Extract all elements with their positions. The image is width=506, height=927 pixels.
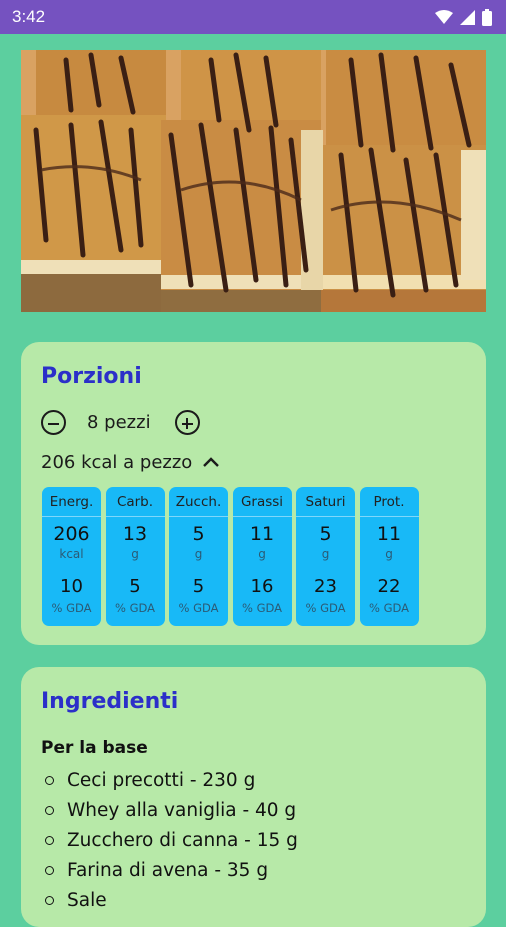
- bullet-icon: [45, 835, 54, 845]
- ingredients-card: Ingredienti Per la base Ceci precotti - …: [21, 667, 486, 927]
- nutrient-gda-label: % GDA: [241, 601, 282, 615]
- bullet-icon: [45, 895, 54, 905]
- nutrient-value: 11: [376, 523, 402, 545]
- status-icons: [435, 8, 492, 26]
- status-time: 3:42: [12, 7, 46, 26]
- list-item: Farina di avena - 35 g: [45, 855, 298, 885]
- nutrient-gda-label: % GDA: [114, 601, 155, 615]
- nutrient-gda-label: % GDA: [368, 601, 409, 615]
- nutrient-name: Zucch.: [169, 487, 228, 517]
- ingredient-text: Farina di avena - 35 g: [67, 859, 269, 881]
- portions-card: Porzioni 8 pezzi 206 kcal a pezzo Energ.…: [21, 342, 486, 645]
- nutrient-name: Saturi: [296, 487, 355, 517]
- nutrient-percent: 16: [250, 576, 274, 597]
- portions-count: 8 pezzi: [87, 412, 151, 433]
- nutrient-percent: 5: [192, 576, 205, 597]
- nutrient-percent: 10: [60, 576, 83, 597]
- chevron-up-icon: [202, 452, 220, 473]
- nutrient-gda-label: % GDA: [178, 601, 219, 615]
- portions-title: Porzioni: [41, 364, 142, 389]
- recipe-photo: [21, 50, 486, 312]
- nutrient-value: 11: [249, 523, 275, 545]
- bullet-icon: [45, 775, 54, 785]
- nutrition-table: Energ. 206 kcal 10 % GDA Carb. 13 g 5 % …: [42, 487, 419, 626]
- increase-portions-button[interactable]: [174, 410, 200, 435]
- nutrient-value: 5: [192, 523, 205, 545]
- nutrient-unit: g: [194, 547, 203, 561]
- nutrient-gda-label: % GDA: [305, 601, 346, 615]
- nutrient-percent: 22: [377, 576, 401, 597]
- nutrient-gda-label: % GDA: [51, 601, 92, 615]
- nutrient-carbs: Carb. 13 g 5 % GDA: [105, 487, 165, 626]
- portions-stepper: 8 pezzi: [41, 410, 200, 435]
- list-item: Zucchero di canna - 15 g: [45, 825, 298, 855]
- kcal-per-piece: 206 kcal a pezzo: [41, 452, 193, 473]
- minus-icon: [48, 422, 59, 425]
- nutrient-sugars: Zucch. 5 g 5 % GDA: [169, 487, 228, 626]
- ingredient-text: Sale: [67, 889, 107, 911]
- bullet-icon: [45, 805, 54, 815]
- bullet-icon: [45, 865, 54, 875]
- list-item: Whey alla vaniglia - 40 g: [45, 795, 298, 825]
- nutrient-protein: Prot. 11 g 22 % GDA: [359, 487, 419, 626]
- nutrient-value: 5: [319, 523, 332, 545]
- nutrient-unit: g: [131, 547, 139, 561]
- nutrient-name: Carb.: [105, 487, 165, 517]
- nutrient-unit: g: [321, 547, 330, 561]
- list-item: Ceci precotti - 230 g: [45, 765, 298, 795]
- decrease-portions-button[interactable]: [41, 410, 66, 435]
- ingredients-list: Ceci precotti - 230 g Whey alla vaniglia…: [45, 765, 298, 915]
- nutrient-value: 206: [53, 523, 90, 545]
- nutrient-name: Prot.: [359, 487, 419, 517]
- nutrient-name: Grassi: [232, 487, 292, 517]
- nutrient-saturated: Saturi 5 g 23 % GDA: [296, 487, 355, 626]
- nutrient-name: Energ.: [42, 487, 101, 517]
- nutrient-energy: Energ. 206 kcal 10 % GDA: [42, 487, 101, 626]
- nutrient-value: 13: [122, 523, 148, 545]
- kcal-toggle[interactable]: 206 kcal a pezzo: [41, 452, 220, 473]
- ingredients-title: Ingredienti: [41, 689, 179, 714]
- nutrient-unit: kcal: [59, 547, 84, 561]
- nutrient-percent: 23: [314, 576, 337, 597]
- nutrient-unit: g: [258, 547, 266, 561]
- ingredient-text: Whey alla vaniglia - 40 g: [67, 799, 297, 821]
- nutrient-percent: 5: [129, 576, 141, 597]
- list-item: Sale: [45, 885, 298, 915]
- ingredients-section-title: Per la base: [41, 738, 148, 758]
- wifi-icon: [435, 10, 453, 24]
- signal-icon: [460, 9, 475, 25]
- nutrient-unit: g: [385, 547, 393, 561]
- status-bar: 3:42: [0, 0, 506, 34]
- ingredient-text: Ceci precotti - 230 g: [67, 769, 256, 791]
- ingredient-text: Zucchero di canna - 15 g: [67, 829, 298, 851]
- battery-icon: [482, 8, 492, 26]
- nutrient-fats: Grassi 11 g 16 % GDA: [232, 487, 292, 626]
